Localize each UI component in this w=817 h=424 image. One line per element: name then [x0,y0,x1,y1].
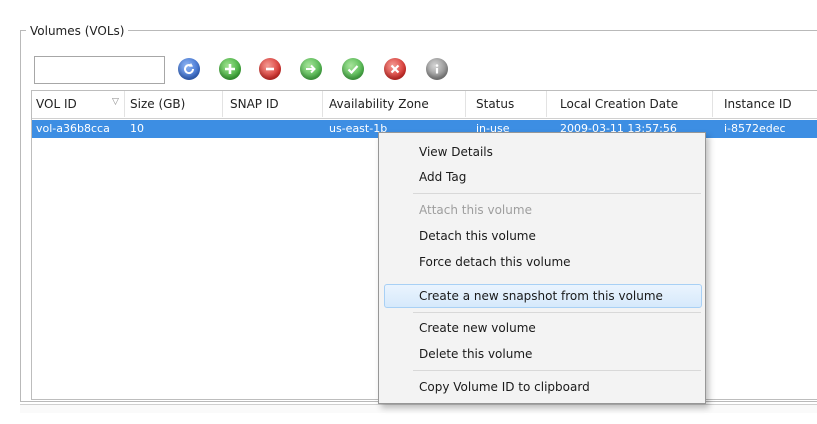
arrow-icon [306,64,316,74]
info-icon [435,64,439,74]
menu-item-add-tag[interactable]: Add Tag [419,170,466,184]
menu-separator [413,312,701,313]
column-header-status[interactable]: Status [476,97,514,111]
checkmark-icon [347,65,359,75]
table-header: VOL ID ▽ Size (GB) SNAP ID Availability … [32,91,817,119]
cell-vol-id: vol-a36b8cca [36,122,110,135]
column-header-local-creation-date[interactable]: Local Creation Date [560,97,678,111]
sort-icon[interactable]: ▽ [112,97,119,107]
x-icon [390,64,400,74]
menu-item-create-snapshot[interactable]: Create a new snapshot from this volume [419,289,663,303]
menu-item-force-detach-volume[interactable]: Force detach this volume [419,255,571,269]
filter-input[interactable] [34,56,165,84]
attach-button[interactable] [300,58,322,80]
column-divider [124,91,125,117]
column-header-snap-id[interactable]: SNAP ID [230,97,279,111]
menu-item-copy-volume-id[interactable]: Copy Volume ID to clipboard [419,380,590,394]
delete-button[interactable] [259,58,281,80]
column-divider [322,91,323,117]
menu-item-attach-volume: Attach this volume [419,203,532,217]
column-header-instance-id[interactable]: Instance ID [724,97,792,111]
add-button[interactable] [219,58,241,80]
menu-item-create-new-volume[interactable]: Create new volume [419,321,536,335]
column-header-availability-zone[interactable]: Availability Zone [329,97,429,111]
cell-size: 10 [130,122,144,135]
info-button[interactable] [426,58,448,80]
context-menu: View Details Add Tag Attach this volume … [378,132,706,404]
cell-instance-id: i-8572edec [724,122,786,135]
column-divider [465,91,466,117]
menu-item-delete-volume[interactable]: Delete this volume [419,347,532,361]
minus-icon [266,67,274,71]
column-header-size[interactable]: Size (GB) [130,97,185,111]
column-header-vol-id[interactable]: VOL ID [36,97,77,111]
status-bar [20,404,817,413]
menu-separator [413,370,701,371]
groupbox-title: Volumes (VOLs) [26,24,129,38]
column-divider [712,91,713,117]
menu-item-view-details[interactable]: View Details [419,145,493,159]
menu-item-detach-volume[interactable]: Detach this volume [419,229,536,243]
refresh-button[interactable] [178,58,200,80]
confirm-button[interactable] [342,58,364,80]
cancel-button[interactable] [384,58,406,80]
menu-separator [413,193,701,194]
plus-icon [225,64,235,74]
column-divider [222,91,223,117]
refresh-icon [184,63,195,75]
column-divider [546,91,547,117]
